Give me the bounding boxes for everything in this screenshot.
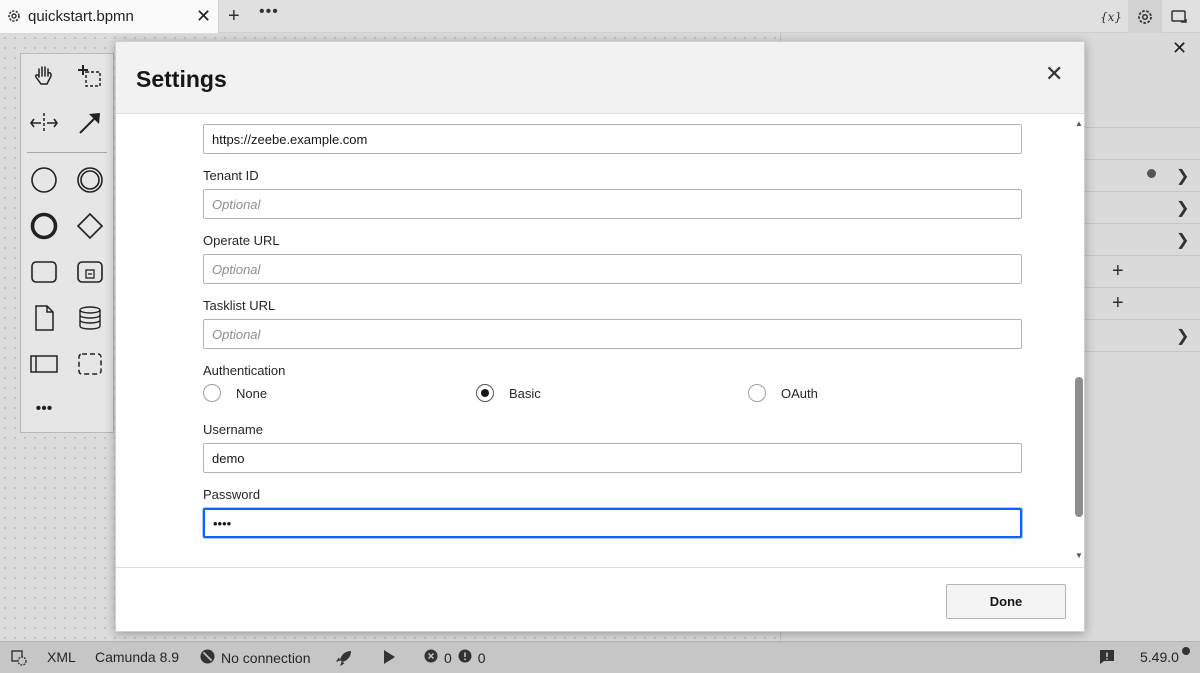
password-input[interactable]	[203, 508, 1022, 538]
radio-circle-selected[interactable]	[476, 384, 494, 402]
done-button[interactable]: Done	[946, 584, 1066, 619]
tasklist-url-label: Tasklist URL	[203, 298, 276, 313]
username-input[interactable]	[203, 443, 1022, 473]
modal-header: Settings ✕	[116, 42, 1084, 114]
radio-label: Basic	[509, 385, 541, 401]
auth-radio-oauth[interactable]: OAuth	[748, 384, 818, 402]
settings-modal: Settings ✕ Tenant ID Operate URL Tasklis…	[115, 41, 1085, 632]
cluster-url-input[interactable]	[203, 124, 1022, 154]
operate-url-label: Operate URL	[203, 233, 280, 248]
radio-label: OAuth	[781, 385, 818, 401]
auth-radio-none[interactable]: None	[203, 384, 267, 402]
auth-radio-basic[interactable]: Basic	[476, 384, 541, 402]
radio-label: None	[236, 385, 268, 401]
radio-circle[interactable]	[203, 384, 221, 402]
password-label: Password	[203, 487, 261, 502]
close-icon[interactable]: ✕	[1045, 63, 1063, 85]
operate-url-input[interactable]	[203, 254, 1022, 284]
tenant-id-input[interactable]	[203, 189, 1022, 219]
modal-scrollbar[interactable]: ▲ ▼	[1073, 115, 1084, 566]
scroll-down-icon[interactable]: ▼	[1075, 551, 1083, 560]
authentication-label: Authentication	[203, 363, 286, 378]
radio-circle[interactable]	[748, 384, 766, 402]
tenant-id-label: Tenant ID	[203, 168, 259, 183]
modal-body: Tenant ID Operate URL Tasklist URL Authe…	[116, 115, 1074, 566]
modal-footer: Done	[116, 567, 1084, 631]
scroll-up-icon[interactable]: ▲	[1075, 119, 1083, 128]
scrollbar-thumb[interactable]	[1075, 377, 1083, 517]
tasklist-url-input[interactable]	[203, 319, 1022, 349]
username-label: Username	[203, 422, 263, 437]
modal-title: Settings	[136, 66, 227, 92]
